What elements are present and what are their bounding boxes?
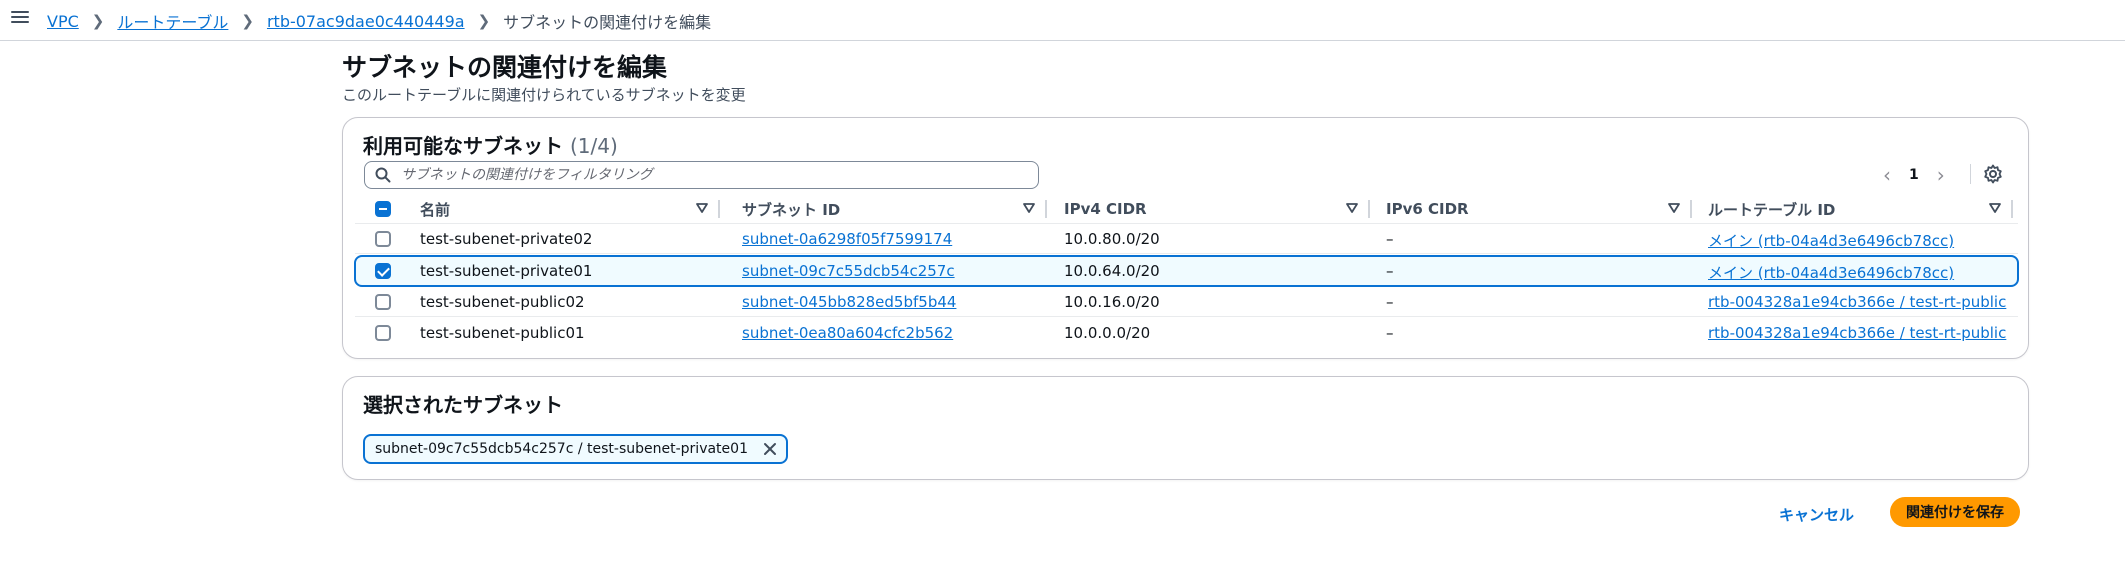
breadcrumb-link-vpc[interactable]: VPC	[47, 12, 79, 31]
table-row-selected[interactable]: test-subenet-private01 subnet-09c7c55dcb…	[354, 255, 2019, 287]
top-navigation-bar: VPC ❯ ルートテーブル ❯ rtb-07ac9dae0c440449a ❯ …	[0, 0, 2125, 41]
ipv4-cidr: 10.0.80.0/20	[1064, 230, 1160, 248]
filter-search-box[interactable]	[364, 161, 1039, 189]
subnet-id-link[interactable]: subnet-09c7c55dcb54c257c	[742, 262, 955, 280]
save-associations-button[interactable]: 関連付けを保存	[1890, 497, 2020, 527]
ipv6-cidr: –	[1386, 324, 1394, 342]
subnet-name: test-subenet-private01	[420, 262, 593, 280]
pagination: ‹ 1 ›	[1883, 163, 1945, 187]
subnet-name: test-subenet-public01	[420, 324, 585, 342]
column-divider[interactable]	[718, 200, 720, 218]
column-divider[interactable]	[2011, 200, 2013, 218]
select-all-checkbox[interactable]	[375, 201, 391, 217]
subnet-id-link[interactable]: subnet-0a6298f05f7599174	[742, 230, 952, 248]
table-header: 名前 サブネット ID IPv4 CIDR IPv6 CIDR ルートテーブル	[355, 194, 2018, 224]
subnet-name: test-subenet-private02	[420, 230, 593, 248]
available-subnets-container: 利用可能なサブネット (1/4) ‹ 1 › 名前 サブネット ID	[342, 117, 2029, 359]
ipv4-cidr: 10.0.16.0/20	[1064, 293, 1160, 311]
gear-icon[interactable]	[1983, 164, 2003, 184]
subnet-name: test-subenet-public02	[420, 293, 585, 311]
sort-caret-icon[interactable]	[695, 201, 709, 215]
ipv6-cidr: –	[1386, 262, 1394, 280]
table-row[interactable]: test-subenet-public01 subnet-0ea80a604cf…	[355, 319, 2018, 348]
selected-subnet-token: subnet-09c7c55dcb54c257c / test-subenet-…	[363, 434, 788, 464]
close-icon[interactable]	[762, 441, 778, 457]
column-header-route-table-id[interactable]: ルートテーブル ID	[1708, 194, 2018, 224]
subnet-id-link[interactable]: subnet-0ea80a604cfc2b562	[742, 324, 953, 342]
column-divider[interactable]	[1690, 200, 1692, 218]
route-table-link[interactable]: rtb-004328a1e94cb366e / test-rt-public	[1708, 324, 2006, 342]
subnet-id-link[interactable]: subnet-045bb828ed5bf5b44	[742, 293, 956, 311]
sort-caret-icon[interactable]	[1022, 201, 1036, 215]
chevron-right-icon: ❯	[477, 12, 491, 30]
column-header-ipv6-cidr[interactable]: IPv6 CIDR	[1386, 194, 1706, 224]
current-page-number[interactable]: 1	[1909, 167, 1919, 183]
breadcrumb-current: サブネットの関連付けを編集	[503, 13, 712, 32]
token-label: subnet-09c7c55dcb54c257c / test-subenet-…	[375, 441, 748, 457]
available-subnets-heading: 利用可能なサブネット (1/4)	[363, 130, 618, 159]
breadcrumb-link-route-tables[interactable]: ルートテーブル	[117, 9, 228, 33]
sort-caret-icon[interactable]	[1988, 201, 2002, 215]
sort-caret-icon[interactable]	[1345, 201, 1359, 215]
cancel-button[interactable]: キャンセル	[1779, 498, 1854, 530]
chevron-right-icon[interactable]: ›	[1937, 163, 1945, 187]
sort-caret-icon[interactable]	[1667, 201, 1681, 215]
row-checkbox[interactable]	[375, 231, 391, 247]
filter-input[interactable]	[401, 167, 1021, 183]
column-divider[interactable]	[1368, 200, 1370, 218]
breadcrumb-link-route-table-id[interactable]: rtb-07ac9dae0c440449a	[267, 12, 465, 31]
available-subnets-title: 利用可能なサブネット	[363, 134, 563, 158]
column-header-ipv4-cidr[interactable]: IPv4 CIDR	[1064, 194, 1384, 224]
selection-count: (1/4)	[569, 134, 618, 158]
row-checkbox[interactable]	[375, 294, 391, 310]
subnets-table: 名前 サブネット ID IPv4 CIDR IPv6 CIDR ルートテーブル	[354, 194, 2019, 342]
route-table-link[interactable]: メイン (rtb-04a4d3e6496cb78cc)	[1708, 230, 1954, 251]
column-divider[interactable]	[1045, 200, 1047, 218]
route-table-link[interactable]: メイン (rtb-04a4d3e6496cb78cc)	[1708, 262, 1954, 283]
row-checkbox[interactable]	[375, 263, 391, 279]
table-row[interactable]: test-subenet-public02 subnet-045bb828ed5…	[355, 288, 2018, 317]
page-title: サブネットの関連付けを編集	[342, 53, 668, 82]
chevron-left-icon[interactable]: ‹	[1883, 163, 1891, 187]
breadcrumb: VPC ❯ ルートテーブル ❯ rtb-07ac9dae0c440449a ❯ …	[47, 9, 711, 33]
ipv4-cidr: 10.0.0.0/20	[1064, 324, 1151, 342]
column-header-subnet-id[interactable]: サブネット ID	[742, 194, 1062, 224]
ipv6-cidr: –	[1386, 293, 1394, 311]
divider	[1970, 164, 1971, 184]
route-table-link[interactable]: rtb-004328a1e94cb366e / test-rt-public	[1708, 293, 2006, 311]
ipv4-cidr: 10.0.64.0/20	[1064, 262, 1160, 280]
table-row[interactable]: test-subenet-private02 subnet-0a6298f05f…	[355, 225, 2018, 254]
column-header-name[interactable]: 名前	[420, 194, 725, 224]
chevron-right-icon: ❯	[241, 12, 254, 30]
search-icon	[375, 167, 391, 183]
selected-subnets-container: 選択されたサブネット subnet-09c7c55dcb54c257c / te…	[342, 376, 2029, 480]
ipv6-cidr: –	[1386, 230, 1394, 248]
menu-icon[interactable]	[11, 9, 29, 25]
chevron-right-icon: ❯	[91, 12, 105, 30]
selected-subnets-title: 選択されたサブネット	[363, 393, 563, 417]
page-description: このルートテーブルに関連付けられているサブネットを変更	[342, 86, 746, 104]
row-checkbox[interactable]	[375, 325, 391, 341]
